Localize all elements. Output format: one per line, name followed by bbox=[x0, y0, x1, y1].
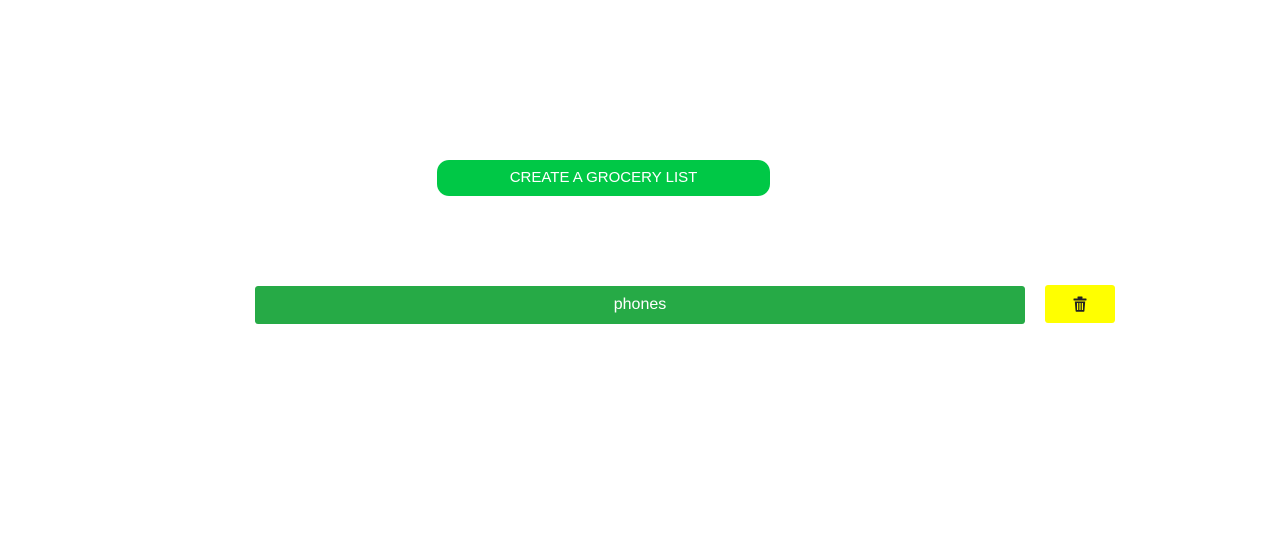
list-item: phones bbox=[255, 286, 1025, 324]
create-grocery-list-button[interactable]: CREATE A GROCERY LIST bbox=[437, 160, 770, 196]
trash-icon bbox=[1073, 296, 1087, 312]
delete-item-button[interactable] bbox=[1045, 285, 1115, 323]
